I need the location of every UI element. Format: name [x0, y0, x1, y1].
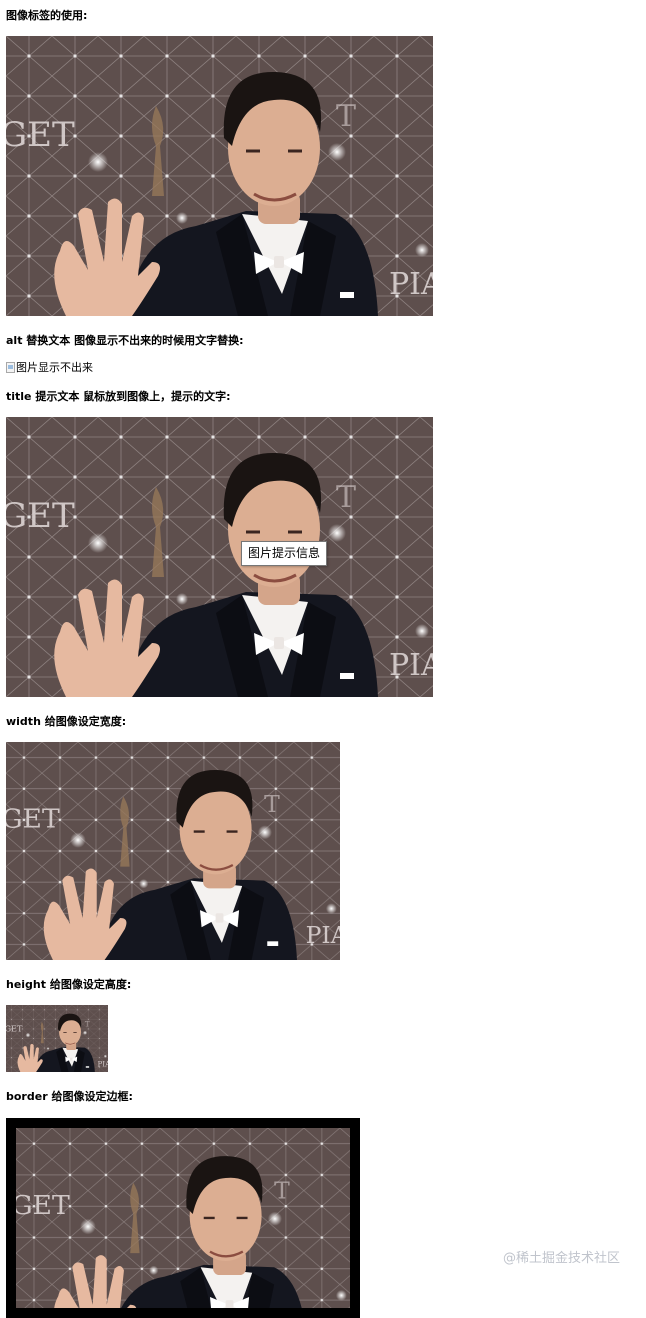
heading-border: border 给图像设定边框: [6, 1090, 133, 1103]
watermark: @稀土掘金技术社区 [503, 1251, 621, 1266]
portrait-image-with-title[interactable] [6, 417, 433, 697]
portrait-image-border [6, 1118, 360, 1318]
alt-text: 图片显示不出来 [16, 361, 93, 374]
title-tooltip: 图片提示信息 [241, 541, 327, 566]
heading-height: height 给图像设定高度: [6, 978, 132, 991]
portrait-image [6, 36, 433, 316]
heading-image-tag: 图像标签的使用: [6, 9, 88, 22]
portrait-image-bordered-photo [16, 1128, 350, 1308]
broken-image: 图片显示不出来 [6, 361, 93, 374]
heading-title: title 提示文本 鼠标放到图像上，提示的文字: [6, 390, 231, 403]
broken-image-icon [6, 362, 15, 373]
portrait-image-width [6, 742, 340, 960]
portrait-image-height [6, 1005, 108, 1072]
heading-alt: alt 替换文本 图像显示不出来的时候用文字替换: [6, 334, 244, 347]
heading-width: width 给图像设定宽度: [6, 715, 127, 728]
